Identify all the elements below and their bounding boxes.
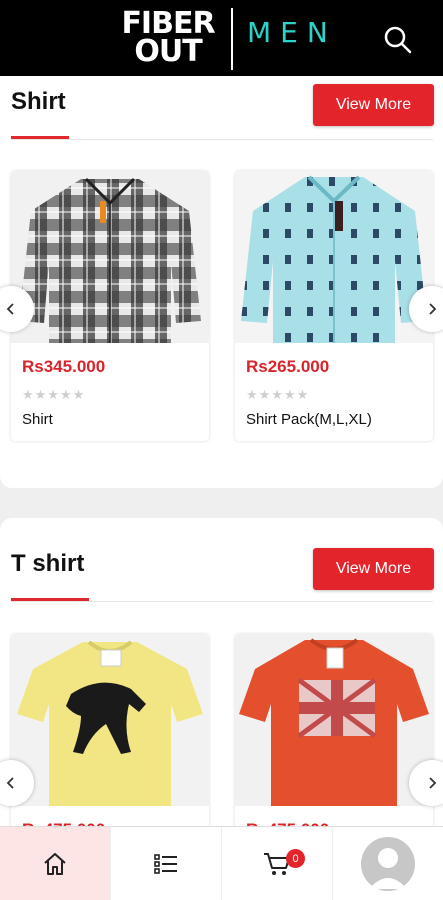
- product-image-checked-shirt[interactable]: [11, 171, 209, 343]
- product-image-blue-shirt[interactable]: [235, 171, 433, 343]
- product-card[interactable]: Rs345.000 ★★★★★ Shirt: [11, 171, 209, 441]
- shirt-section: Shirt View More Rs345.000 ★★★★★ Shirt Rs…: [0, 76, 443, 488]
- tshirt-section: T shirt View More Rs475.000 Rs475.000: [0, 518, 443, 838]
- nav-cart[interactable]: 0: [222, 827, 333, 900]
- product-name: Shirt Pack(M,L,XL): [246, 411, 372, 428]
- brand-logo[interactable]: FIBER OUT: [118, 9, 218, 69]
- product-card[interactable]: Rs475.000: [235, 634, 433, 838]
- avatar: [361, 837, 415, 891]
- list-icon: [154, 854, 177, 874]
- search-icon[interactable]: [380, 22, 416, 58]
- chevron-left-icon: [6, 777, 14, 789]
- nav-profile[interactable]: [333, 827, 443, 900]
- rating-stars: ★★★★★: [246, 387, 310, 402]
- user-icon: [369, 848, 407, 889]
- section-divider: [11, 601, 433, 602]
- product-price: Rs345.000: [22, 357, 106, 376]
- product-card[interactable]: Rs265.000 ★★★★★ Shirt Pack(M,L,XL): [235, 171, 433, 441]
- app-header: FIBER OUT MEN: [0, 0, 443, 76]
- product-name: Shirt: [22, 411, 53, 428]
- nav-home[interactable]: [0, 827, 111, 900]
- chevron-left-icon: [6, 303, 14, 315]
- view-more-button[interactable]: View More: [313, 84, 434, 126]
- product-price: Rs265.000: [246, 357, 330, 376]
- section-title: Shirt: [11, 88, 66, 115]
- logo-divider: [231, 8, 233, 70]
- cart-count-badge: 0: [286, 849, 305, 868]
- chevron-right-icon: [429, 303, 437, 315]
- section-divider: [11, 139, 433, 140]
- logo-men-text: MEN: [247, 16, 337, 49]
- section-title: T shirt: [11, 550, 85, 577]
- bottom-navigation: 0: [0, 826, 443, 900]
- chevron-right-icon: [429, 777, 437, 789]
- product-image-orange-tshirt[interactable]: [235, 634, 433, 806]
- home-icon: [44, 853, 66, 875]
- product-card[interactable]: Rs475.000: [11, 634, 209, 838]
- logo-line2: OUT: [134, 34, 202, 69]
- view-more-button[interactable]: View More: [313, 548, 434, 590]
- product-image-yellow-tshirt[interactable]: [11, 634, 209, 806]
- rating-stars: ★★★★★: [22, 387, 86, 402]
- nav-categories[interactable]: [111, 827, 222, 900]
